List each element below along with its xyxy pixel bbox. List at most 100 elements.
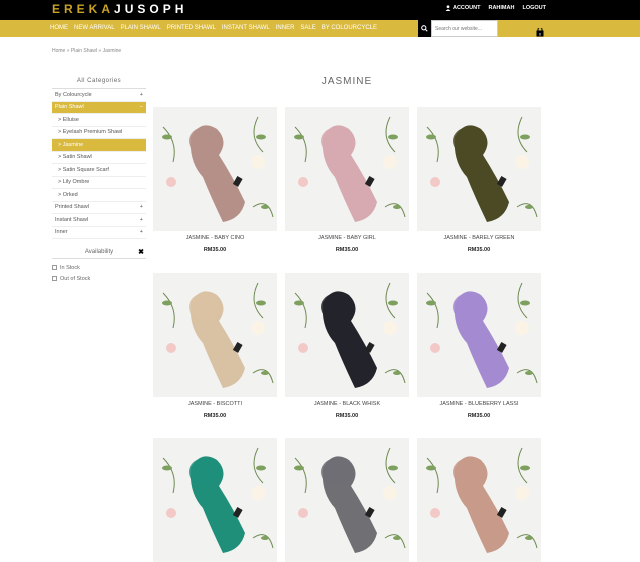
- product-name[interactable]: JASMINE - BISCOTTI: [153, 401, 277, 407]
- availability-filters: In Stock Out of Stock: [52, 259, 146, 284]
- sidebar-item[interactable]: > Lily Ombre: [52, 177, 146, 189]
- product-name[interactable]: JASMINE - BABY GIRL: [285, 235, 409, 241]
- sidebar-item-label: > Orked: [58, 191, 78, 198]
- product-image[interactable]: [153, 438, 277, 562]
- expand-toggle-icon[interactable]: −: [140, 104, 143, 110]
- product-price: RM35.00: [467, 413, 491, 419]
- product-price: RM35.00: [203, 247, 227, 253]
- product-price: RM35.00: [203, 413, 227, 419]
- product-card[interactable]: JASMINE - BABY GIRL RM35.00: [285, 107, 409, 253]
- main-nav: HOME NEW ARRIVAL PLAIN SHAWL PRINTED SHAWL I…: [0, 20, 640, 37]
- sidebar-item[interactable]: By Colourcycle +: [52, 89, 146, 102]
- nav-item-instant-shawl[interactable]: INSTANT SHAWL: [222, 25, 270, 31]
- product-image[interactable]: [285, 107, 409, 231]
- sidebar-item-label: Printed Shawl: [55, 204, 89, 211]
- checkbox-icon[interactable]: [52, 276, 57, 281]
- nav-item-by-colourcycle[interactable]: BY COLOURCYCLE: [322, 25, 377, 31]
- expand-toggle-icon[interactable]: +: [140, 204, 143, 210]
- product-card[interactable]: JASMINE - BLACK WHISK RM35.00: [285, 273, 409, 419]
- product-name[interactable]: JASMINE - BARELY GREEN: [417, 235, 541, 241]
- sidebar-item[interactable]: Instant Shawl +: [52, 214, 146, 227]
- nav-item-new-arrival[interactable]: NEW ARRIVAL: [74, 25, 115, 31]
- sidebar-item[interactable]: Plain Shawl −: [52, 101, 146, 114]
- product-card[interactable]: JASMINE - BARELY GREEN RM35.00: [417, 107, 541, 253]
- sidebar-item[interactable]: > Eyelash Premium Shawl: [52, 127, 146, 139]
- breadcrumb[interactable]: Home » Plain Shawl » Jasmine: [52, 48, 121, 54]
- availability-heading: Availability ✖: [52, 249, 146, 259]
- nav-item-plain-shawl[interactable]: PLAIN SHAWL: [121, 25, 161, 31]
- nav-item-inner[interactable]: INNER: [276, 25, 295, 31]
- product-image[interactable]: [153, 273, 277, 397]
- search-bar: Search our website...: [418, 20, 498, 37]
- product-image[interactable]: [417, 438, 541, 562]
- product-name[interactable]: JASMINE - BABY CINO: [153, 235, 277, 241]
- sidebar-item-label: > Jasmine: [58, 141, 84, 148]
- username-label[interactable]: RAHIMAH: [488, 5, 514, 11]
- sidebar-item[interactable]: > Satin Shawl: [52, 152, 146, 164]
- sidebar-item[interactable]: > Elluise: [52, 114, 146, 127]
- search-input[interactable]: Search our website...: [431, 20, 498, 37]
- sidebar-item[interactable]: > Jasmine: [52, 139, 146, 152]
- cart-button[interactable]: 0: [536, 24, 544, 37]
- expand-toggle-icon[interactable]: +: [140, 229, 143, 235]
- product-price: RM35.00: [335, 413, 359, 419]
- top-bar: EREKAJUSOPH ACCOUNT RAHIMAH LOGOUT: [0, 0, 640, 20]
- product-card[interactable]: [417, 438, 541, 562]
- user-icon: [445, 5, 451, 11]
- product-name[interactable]: JASMINE - BLACK WHISK: [285, 401, 409, 407]
- product-image[interactable]: [285, 438, 409, 562]
- account-link[interactable]: ACCOUNT: [445, 5, 481, 11]
- search-button[interactable]: [418, 20, 431, 37]
- filter-in-stock[interactable]: In Stock: [52, 262, 146, 273]
- product-card[interactable]: [285, 438, 409, 562]
- page-title: JASMINE: [321, 76, 373, 87]
- sidebar-item[interactable]: Printed Shawl +: [52, 202, 146, 214]
- sidebar-item-label: > Elluise: [58, 116, 79, 123]
- nav-item-printed-shawl[interactable]: PRINTED SHAWL: [167, 25, 216, 31]
- categories-heading: All Categories: [52, 78, 146, 89]
- sidebar-item-label: > Satin Shawl: [58, 154, 92, 161]
- category-list: By Colourcycle + Plain Shawl − > Elluise > Ey…: [52, 89, 146, 239]
- sidebar-item[interactable]: > Satin Square Scarf: [52, 164, 146, 177]
- sidebar-item-label: By Colourcycle: [55, 91, 92, 98]
- nav-item-sale[interactable]: SALE: [300, 25, 315, 31]
- product-card[interactable]: JASMINE - BABY CINO RM35.00: [153, 107, 277, 253]
- expand-toggle-icon[interactable]: +: [140, 92, 143, 98]
- product-price: RM35.00: [335, 247, 359, 253]
- expand-toggle-icon[interactable]: +: [140, 217, 143, 223]
- sidebar-item-label: > Lily Ombre: [58, 179, 90, 186]
- product-name[interactable]: JASMINE - BLUEBERRY LASSI: [417, 401, 541, 407]
- sidebar-item-label: Inner: [55, 229, 68, 236]
- availability-label: Availability: [84, 249, 114, 255]
- product-card[interactable]: JASMINE - BLUEBERRY LASSI RM35.00: [417, 273, 541, 419]
- brand-logo[interactable]: EREKAJUSOPH: [52, 2, 187, 16]
- close-icon[interactable]: ✖: [138, 248, 144, 256]
- sidebar-item-label: > Satin Square Scarf: [58, 166, 109, 173]
- brand-logo-part2: JUSOPH: [114, 2, 188, 16]
- sidebar-item-label: Plain Shawl: [55, 104, 84, 111]
- sidebar: All Categories By Colourcycle + Plain Shaw…: [52, 78, 146, 284]
- checkbox-icon[interactable]: [52, 265, 57, 270]
- product-image[interactable]: [417, 273, 541, 397]
- nav-item-home[interactable]: HOME: [50, 25, 68, 31]
- sidebar-item-label: Instant Shawl: [55, 216, 89, 223]
- nav-items: HOME NEW ARRIVAL PLAIN SHAWL PRINTED SHAWL I…: [50, 25, 377, 31]
- product-price: RM35.00: [467, 247, 491, 253]
- product-image[interactable]: [285, 273, 409, 397]
- brand-logo-part1: EREKA: [52, 2, 115, 16]
- sidebar-item-label: > Eyelash Premium Shawl: [58, 129, 123, 136]
- filter-label: In Stock: [60, 264, 80, 271]
- account-label: ACCOUNT: [452, 5, 481, 11]
- filter-out-of-stock[interactable]: Out of Stock: [52, 273, 146, 284]
- product-image[interactable]: [153, 107, 277, 231]
- product-card[interactable]: JASMINE - BISCOTTI RM35.00: [153, 273, 277, 419]
- product-image[interactable]: [417, 107, 541, 231]
- shopping-bag-icon: 0: [536, 27, 544, 37]
- product-card[interactable]: [153, 438, 277, 562]
- sidebar-item[interactable]: Inner +: [52, 227, 146, 239]
- logout-link[interactable]: LOGOUT: [522, 5, 546, 11]
- filter-label: Out of Stock: [60, 275, 91, 282]
- sidebar-item[interactable]: > Orked: [52, 189, 146, 202]
- search-icon: [421, 25, 428, 32]
- account-links: ACCOUNT RAHIMAH LOGOUT: [445, 5, 546, 11]
